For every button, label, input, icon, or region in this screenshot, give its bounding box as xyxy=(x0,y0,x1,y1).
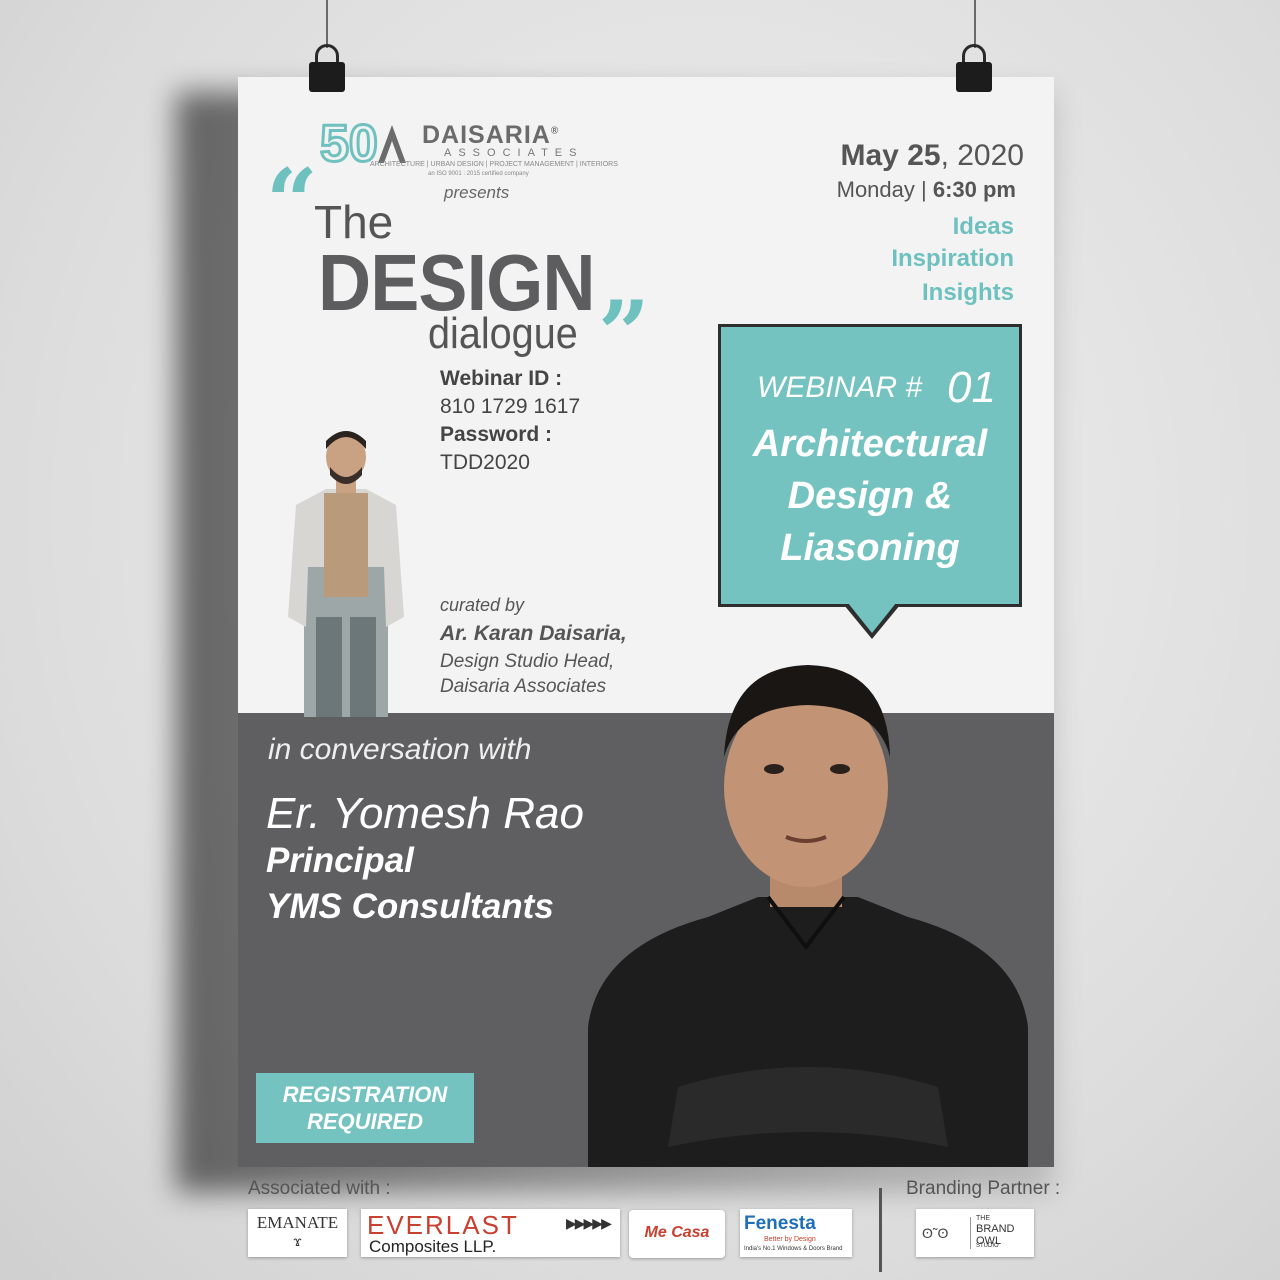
curator-name: Ar. Karan Daisaria, xyxy=(440,622,627,645)
tag-inspiration: Inspiration xyxy=(891,245,1014,272)
presents-text: presents xyxy=(444,183,510,202)
conversation-intro: in conversation with xyxy=(268,733,532,766)
binder-clip-right-icon xyxy=(952,44,996,94)
binder-clip-left-icon xyxy=(305,44,349,94)
registration-line-1: REGISTRATION xyxy=(282,1082,448,1107)
brand-tagline: ARCHITECTURE | URBAN DESIGN | PROJECT MA… xyxy=(370,161,618,168)
branding-label: Branding Partner : xyxy=(906,1178,1061,1199)
webinar-label: WEBINAR # xyxy=(757,371,923,404)
fenesta-logo: Fenesta Better by Design India's No.1 Wi… xyxy=(740,1209,852,1257)
guest-company: YMS Consultants xyxy=(266,887,554,926)
event-date: May 25, 2020 xyxy=(840,139,1025,172)
password-value: TDD2020 xyxy=(440,451,530,474)
topic-line-1: Architectural xyxy=(752,423,988,465)
arrows-icon: ▶▶▶▶▶ xyxy=(566,1215,612,1231)
bubble-tail-fill xyxy=(848,603,896,633)
webinar-number: 01 xyxy=(947,363,996,412)
tag-insights: Insights xyxy=(921,279,1014,306)
curated-by-label: curated by xyxy=(440,595,525,615)
guest-name: Er. Yomesh Rao xyxy=(266,789,584,838)
tag-ideas: Ideas xyxy=(952,213,1014,240)
everlast-logo: EVERLAST ▶▶▶▶▶ Composites LLP. xyxy=(361,1209,620,1257)
topic-line-3: Liasoning xyxy=(780,527,960,569)
topic-line-2: Design & xyxy=(787,475,953,517)
title-dialogue: dialogue xyxy=(428,309,578,358)
webinar-id-value: 810 1729 1617 xyxy=(440,395,581,418)
quote-open-icon: “ xyxy=(266,149,318,255)
curator-photo xyxy=(288,431,404,717)
brand-name: DAISARIA® xyxy=(422,121,560,149)
footer-divider xyxy=(879,1188,882,1272)
poster: 50 DAISARIA® ASSOCIATES ARCHITECTURE | U… xyxy=(238,77,1054,1167)
emanate-logo: EMANATE ϫ xyxy=(248,1209,347,1257)
webinar-id-label: Webinar ID : xyxy=(440,367,563,390)
guest-title: Principal xyxy=(266,841,414,880)
guest-photo xyxy=(588,665,1028,1167)
registration-line-2: REQUIRED xyxy=(306,1109,424,1134)
emanate-mark-icon: ϫ xyxy=(293,1233,302,1249)
brand-owl-logo: ʘ˜ʘ THE BRAND OWL STUDIO xyxy=(916,1209,1034,1257)
mecasa-logo: Me Casa xyxy=(629,1210,725,1258)
quote-close-icon: ” xyxy=(598,281,650,387)
owl-icon: ʘ˜ʘ xyxy=(922,1225,949,1241)
registration-button[interactable]: REGISTRATION REQUIRED xyxy=(256,1073,474,1143)
password-label: Password : xyxy=(440,423,553,446)
brand-iso: an ISO 9001 : 2015 certified company xyxy=(428,171,529,177)
event-time: Monday | 6:30 pm xyxy=(836,177,1016,202)
webinar-bubble: WEBINAR # 01 Architectural Design & Lias… xyxy=(718,324,1022,607)
hanging-wire-right xyxy=(974,0,976,48)
brand-subtitle: ASSOCIATES xyxy=(444,147,584,159)
associated-label: Associated with : xyxy=(248,1178,391,1199)
hanging-wire-left xyxy=(326,0,328,48)
